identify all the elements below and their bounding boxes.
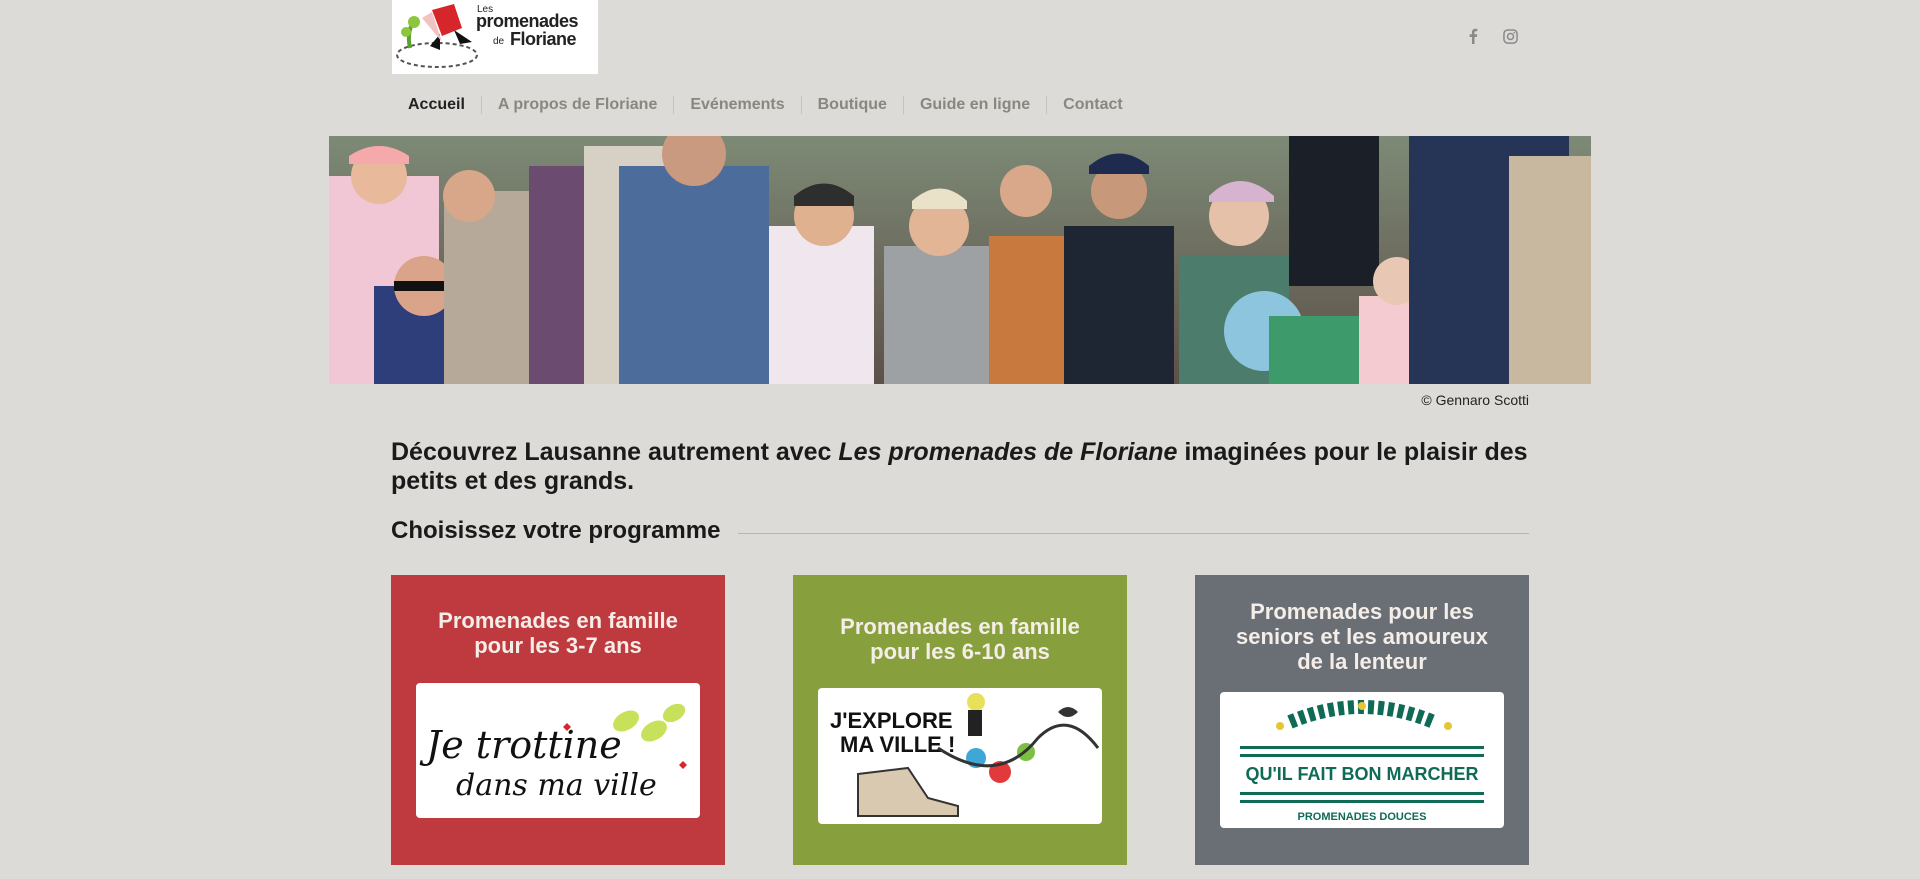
program-heading: Choisissez votre programme bbox=[391, 517, 721, 544]
nav-item-evenements[interactable]: Evénements bbox=[673, 96, 800, 114]
nav-item-a-propos[interactable]: A propos de Floriane bbox=[480, 96, 673, 114]
intro-text-emphasis: Les promenades de Floriane bbox=[838, 438, 1178, 466]
bon-marcher-logo: QU'IL FAIT BON MARCHER PROMENADES DOUCES bbox=[1240, 700, 1484, 823]
card-image-je-trottine: Je trottine dans ma ville bbox=[416, 683, 700, 818]
je-trottine-logo: Je trottine dans ma ville bbox=[419, 703, 687, 803]
intro-text-before: Découvrez Lausanne autrement avec bbox=[391, 438, 839, 466]
j-explore-logo: J'EXPLORE MA VILLE ! bbox=[830, 693, 1100, 817]
site-logo[interactable]: Les promenades de Floriane bbox=[392, 0, 598, 74]
photo-credit: © Gennaro Scotti bbox=[1421, 392, 1529, 408]
card-title: Promenades en famille pour les 6-10 ans bbox=[793, 614, 1127, 664]
card-title-line1: Promenades en famille bbox=[840, 614, 1080, 639]
main-nav: Accueil A propos de Floriane Evénements … bbox=[391, 93, 1139, 117]
card-title-line1: Promenades en famille bbox=[438, 608, 678, 633]
intro-text: Découvrez Lausanne autrement avec Les pr… bbox=[391, 438, 1531, 496]
card-title-line2: seniors et les amoureux bbox=[1236, 624, 1488, 649]
facebook-icon[interactable] bbox=[1463, 26, 1483, 46]
bon-marcher-title: QU'IL FAIT BON MARCHER bbox=[1246, 764, 1479, 784]
nav-item-guide-en-ligne[interactable]: Guide en ligne bbox=[902, 96, 1046, 114]
logo-text-de: de bbox=[493, 36, 505, 47]
card-title-line2: pour les 3-7 ans bbox=[474, 633, 642, 658]
card-image-bon-marcher: QU'IL FAIT BON MARCHER PROMENADES DOUCES bbox=[1220, 692, 1504, 828]
j-explore-line1: J'EXPLORE bbox=[830, 708, 953, 733]
card-title: Promenades en famille pour les 3-7 ans bbox=[391, 608, 725, 658]
j-explore-line2: MA VILLE ! bbox=[840, 732, 955, 757]
bon-marcher-subtitle: PROMENADES DOUCES bbox=[1298, 811, 1427, 823]
program-card-3-7[interactable]: Promenades en famille pour les 3-7 ans J… bbox=[391, 575, 725, 865]
card-title-line3: de la lenteur bbox=[1297, 649, 1427, 674]
program-card-6-10[interactable]: Promenades en famille pour les 6-10 ans … bbox=[793, 575, 1127, 865]
card-title: Promenades pour les seniors et les amour… bbox=[1195, 599, 1529, 674]
je-trottine-line1: Je trottine bbox=[419, 723, 622, 767]
instagram-icon[interactable] bbox=[1500, 26, 1520, 46]
hero-photo-illustration bbox=[329, 136, 1591, 384]
nav-item-accueil[interactable]: Accueil bbox=[391, 96, 481, 114]
card-image-j-explore: J'EXPLORE MA VILLE ! bbox=[818, 688, 1102, 824]
program-card-seniors[interactable]: Promenades pour les seniors et les amour… bbox=[1195, 575, 1529, 865]
card-title-line1: Promenades pour les bbox=[1250, 599, 1474, 624]
nav-item-boutique[interactable]: Boutique bbox=[800, 96, 903, 114]
card-title-line2: pour les 6-10 ans bbox=[870, 639, 1050, 664]
nav-item-contact[interactable]: Contact bbox=[1046, 96, 1139, 114]
hero-photo bbox=[329, 136, 1591, 384]
heading-divider bbox=[738, 532, 1529, 534]
je-trottine-line2: dans ma ville bbox=[456, 768, 657, 803]
logo-text-floriane: Floriane bbox=[510, 29, 577, 49]
program-heading-row: Choisissez votre programme bbox=[391, 517, 1529, 545]
